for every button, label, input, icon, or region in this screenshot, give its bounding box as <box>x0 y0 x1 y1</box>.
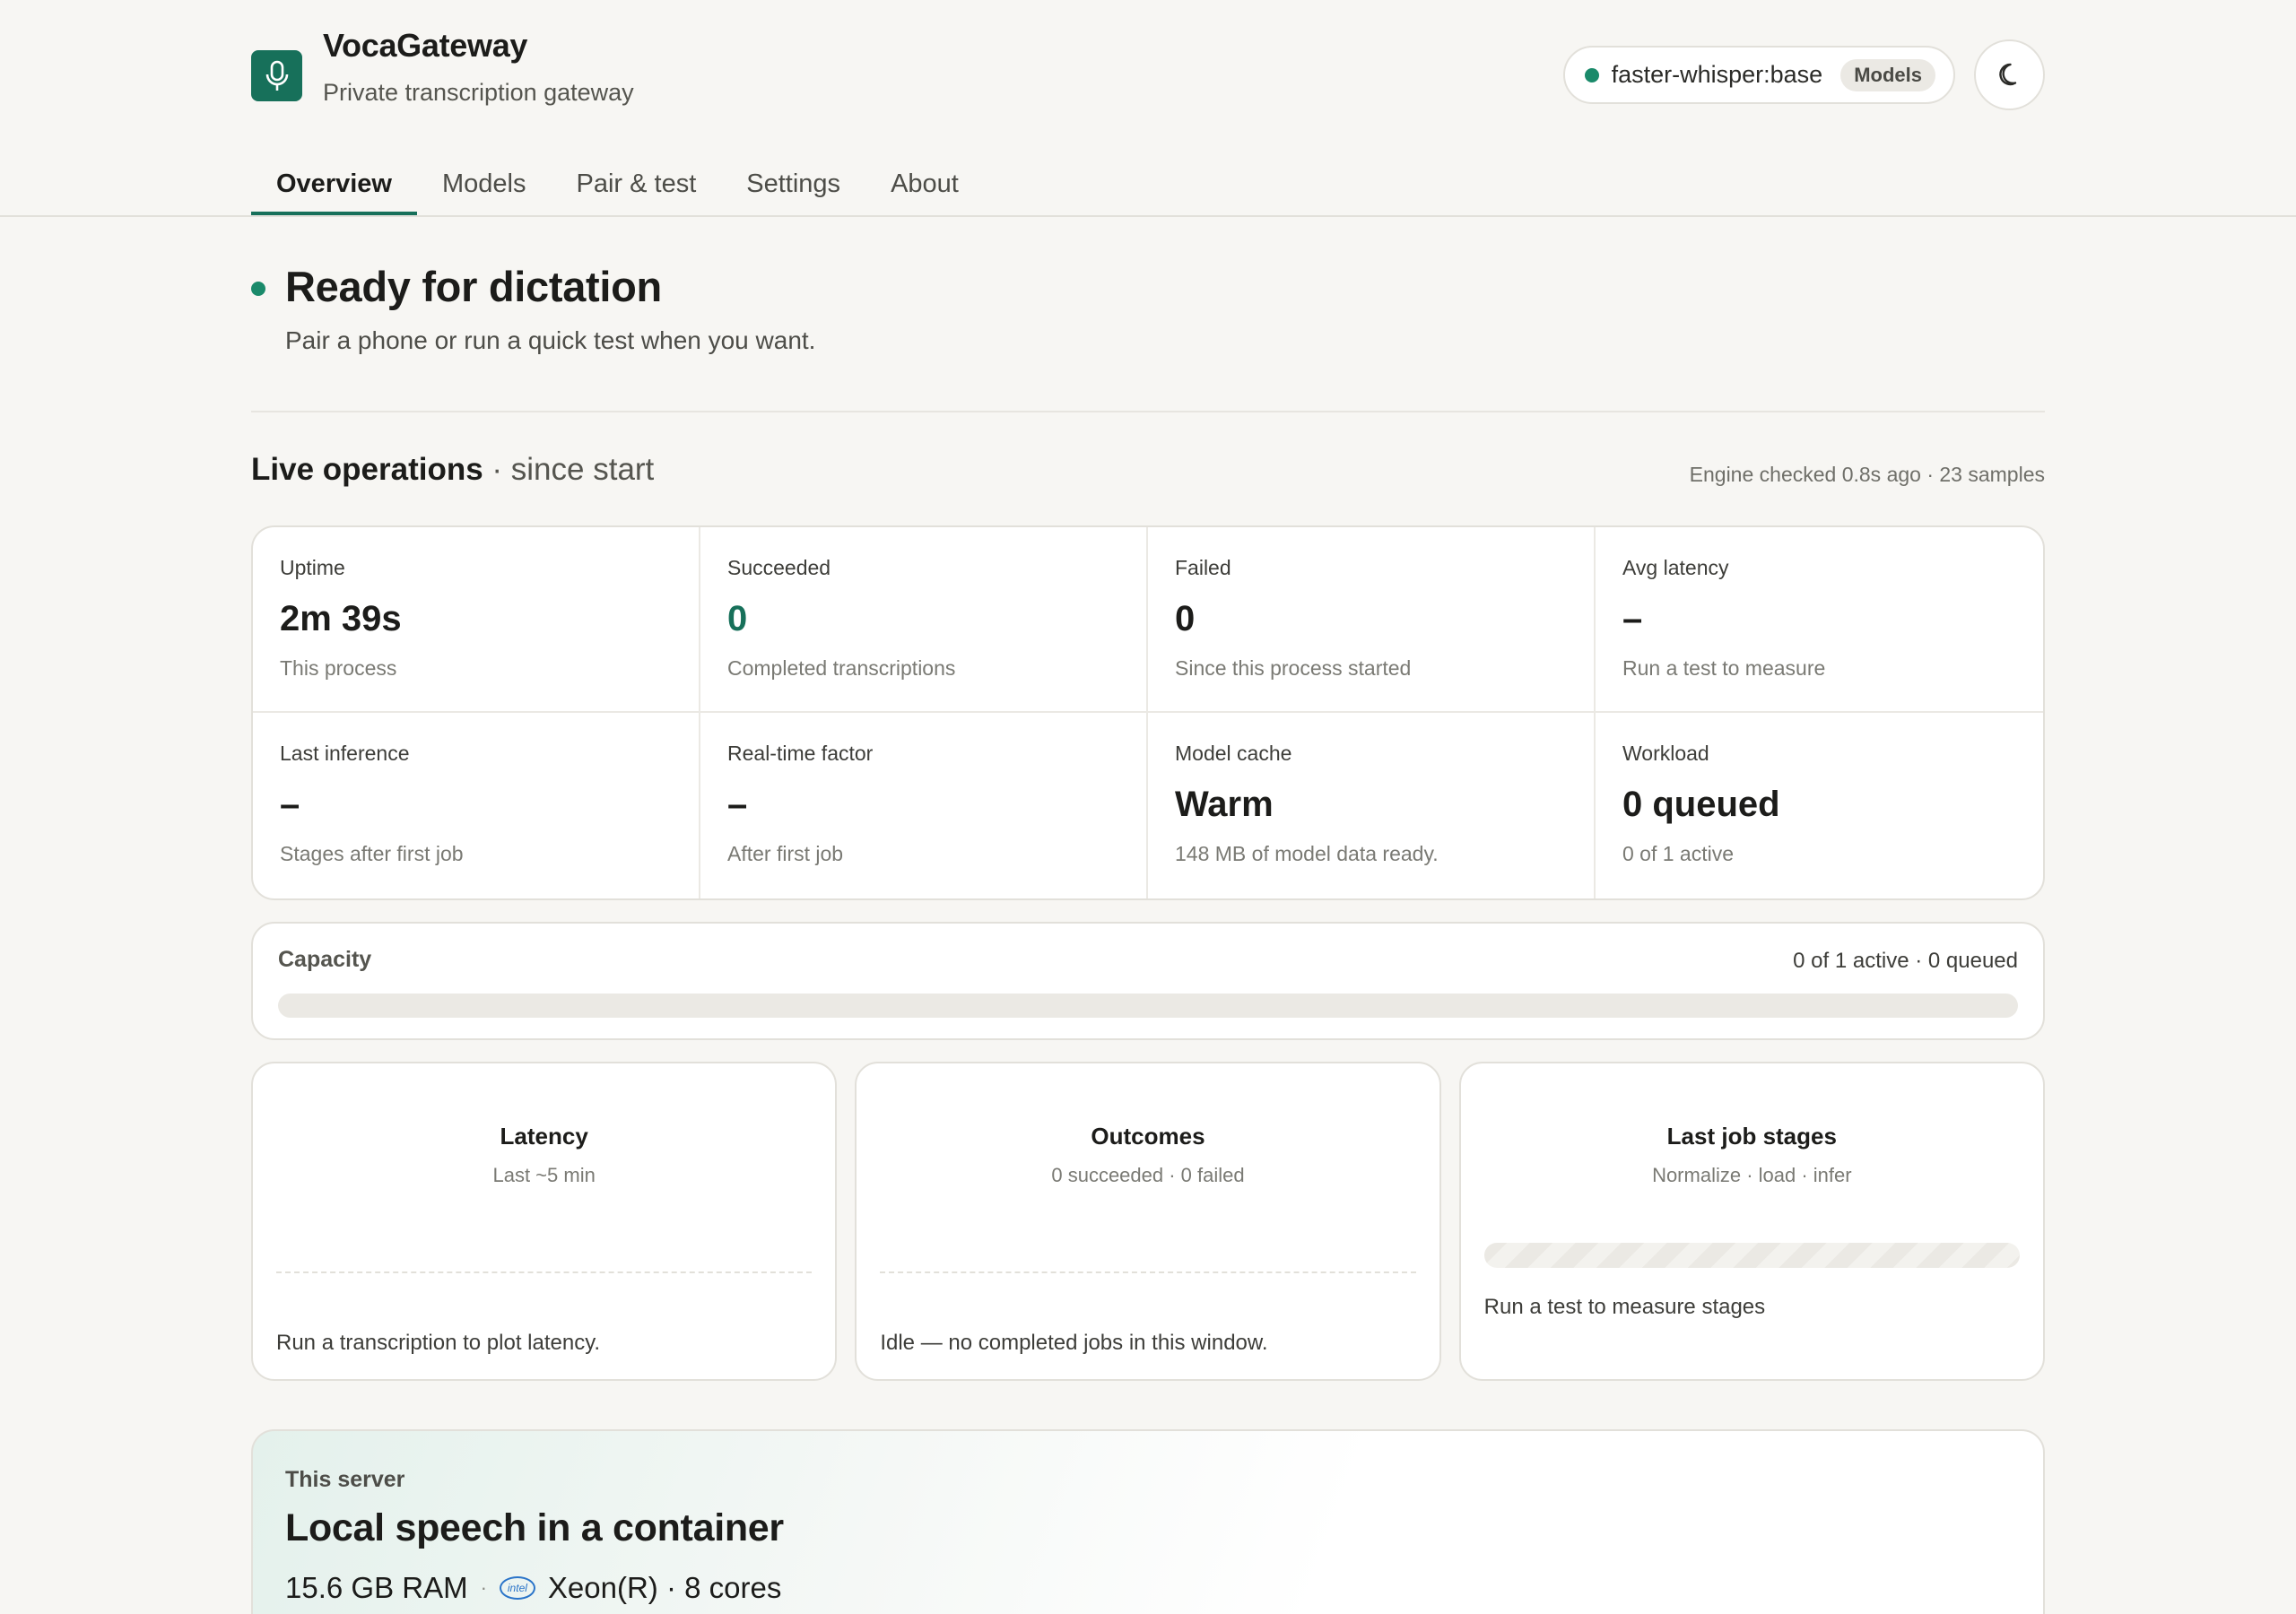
stat-avg-latency: Avg latency – Run a test to measure <box>1596 527 2043 713</box>
capacity-label: Capacity <box>278 947 372 972</box>
app-subtitle: Private transcription gateway <box>323 79 634 106</box>
stats-grid: Uptime 2m 39s This process Succeeded 0 C… <box>251 525 2045 900</box>
latency-card: Latency Last ~5 min Run a transcription … <box>251 1062 838 1381</box>
stat-real-time-factor: Real-time factor – After first job <box>700 713 1148 898</box>
live-operations-since: · since start <box>491 452 655 487</box>
server-eyebrow: This server <box>285 1467 405 1492</box>
card-subtitle: 0 succeeded · 0 failed <box>1051 1164 1245 1186</box>
server-panel: This server Local speech in a container … <box>251 1429 2045 1614</box>
server-specs: 15.6 GB RAM · intel Xeon(R) · 8 cores <box>285 1571 781 1605</box>
stat-label: Last inference <box>280 742 410 765</box>
page-title: Ready for dictation <box>285 263 662 310</box>
stat-label: Avg latency <box>1622 556 1729 579</box>
live-operations-heading: Live operations · since start <box>251 452 654 488</box>
stat-label: Failed <box>1175 556 1231 579</box>
stat-model-cache: Model cache Warm 148 MB of model data re… <box>1148 713 1596 898</box>
stat-value: – <box>280 785 300 824</box>
capacity-panel: Capacity 0 of 1 active · 0 queued <box>251 922 2045 1040</box>
stat-note: Since this process started <box>1175 656 1412 680</box>
stat-uptime: Uptime 2m 39s This process <box>253 527 700 713</box>
spec-separator: · <box>480 1576 487 1599</box>
stat-last-inference: Last inference – Stages after first job <box>253 713 700 898</box>
card-subtitle: Normalize · load · infer <box>1652 1164 1852 1186</box>
stat-value: – <box>727 785 748 824</box>
card-empty-note: Run a test to measure stages <box>1483 1295 1766 1319</box>
card-title: Last job stages <box>1666 1123 1837 1150</box>
tab-models[interactable]: Models <box>417 152 552 215</box>
live-operations-title: Live operations <box>251 452 483 487</box>
stat-value: 0 queued <box>1622 785 1780 824</box>
stat-note: Completed transcriptions <box>727 656 956 680</box>
engine-check-meta: Engine checked 0.8s ago · 23 samples <box>1689 463 2045 486</box>
stat-note: 0 of 1 active <box>1622 842 1735 865</box>
empty-chart-baseline <box>880 1271 1416 1273</box>
stat-label: Succeeded <box>727 556 831 579</box>
model-name: faster-whisper:base <box>1611 61 1823 88</box>
intel-logo-icon: intel <box>499 1576 535 1600</box>
microphone-icon <box>251 50 302 101</box>
stat-note: Run a test to measure <box>1622 656 1826 680</box>
stat-value: Warm <box>1175 785 1274 824</box>
stat-note: 148 MB of model data ready. <box>1175 842 1439 865</box>
metric-cards: Latency Last ~5 min Run a transcription … <box>251 1062 2045 1381</box>
ready-status-dot <box>251 282 265 296</box>
stat-failed: Failed 0 Since this process started <box>1148 527 1596 713</box>
card-title: Latency <box>500 1123 588 1150</box>
stat-label: Workload <box>1622 742 1709 765</box>
page-subtitle: Pair a phone or run a quick test when yo… <box>285 326 816 354</box>
stat-label: Real-time factor <box>727 742 874 765</box>
stat-workload: Workload 0 queued 0 of 1 active <box>1596 713 2043 898</box>
stat-succeeded: Succeeded 0 Completed transcriptions <box>700 527 1148 713</box>
stat-label: Model cache <box>1175 742 1292 765</box>
server-title: Local speech in a container <box>285 1506 784 1549</box>
tabs-divider <box>0 215 2296 217</box>
card-title: Outcomes <box>1091 1123 1205 1150</box>
server-ram: 15.6 GB RAM <box>285 1571 468 1604</box>
stat-note: After first job <box>727 842 844 865</box>
tab-overview[interactable]: Overview <box>251 152 417 216</box>
outcomes-card: Outcomes 0 succeeded · 0 failed Idle — n… <box>855 1062 1441 1381</box>
tab-about[interactable]: About <box>865 152 984 215</box>
stat-value: – <box>1622 599 1643 638</box>
moon-icon <box>1998 63 2016 85</box>
tab-settings[interactable]: Settings <box>721 152 865 215</box>
main-tabs: Overview Models Pair & test Settings Abo… <box>251 152 984 216</box>
stat-note: This process <box>280 656 397 680</box>
capacity-meta: 0 of 1 active · 0 queued <box>1793 949 2018 973</box>
stat-label: Uptime <box>280 556 345 579</box>
capacity-bar <box>278 994 2018 1018</box>
server-cpu: Xeon(R) · 8 cores <box>547 1571 782 1604</box>
card-subtitle: Last ~5 min <box>492 1164 596 1186</box>
stat-value: 0 <box>1175 599 1196 638</box>
active-model-pill[interactable]: faster-whisper:base Models <box>1562 46 1955 104</box>
stat-value: 0 <box>727 599 748 638</box>
last-job-stages-card: Last job stages Normalize · load · infer… <box>1458 1062 2045 1381</box>
tab-pair-test[interactable]: Pair & test <box>551 152 721 215</box>
app-title: VocaGateway <box>323 27 528 64</box>
app-header: VocaGateway Private transcription gatewa… <box>251 0 2045 216</box>
card-empty-note: Run a transcription to plot latency. <box>276 1331 601 1355</box>
stat-note: Stages after first job <box>280 842 464 865</box>
card-empty-note: Idle — no completed jobs in this window. <box>880 1331 1268 1355</box>
stat-value: 2m 39s <box>280 599 402 638</box>
section-divider <box>251 411 2045 412</box>
model-status-dot <box>1584 67 1599 82</box>
stages-placeholder-bar <box>1483 1243 2020 1268</box>
theme-toggle-button[interactable] <box>1974 39 2045 110</box>
empty-chart-baseline <box>276 1271 813 1273</box>
models-badge[interactable]: Models <box>1840 58 1935 91</box>
